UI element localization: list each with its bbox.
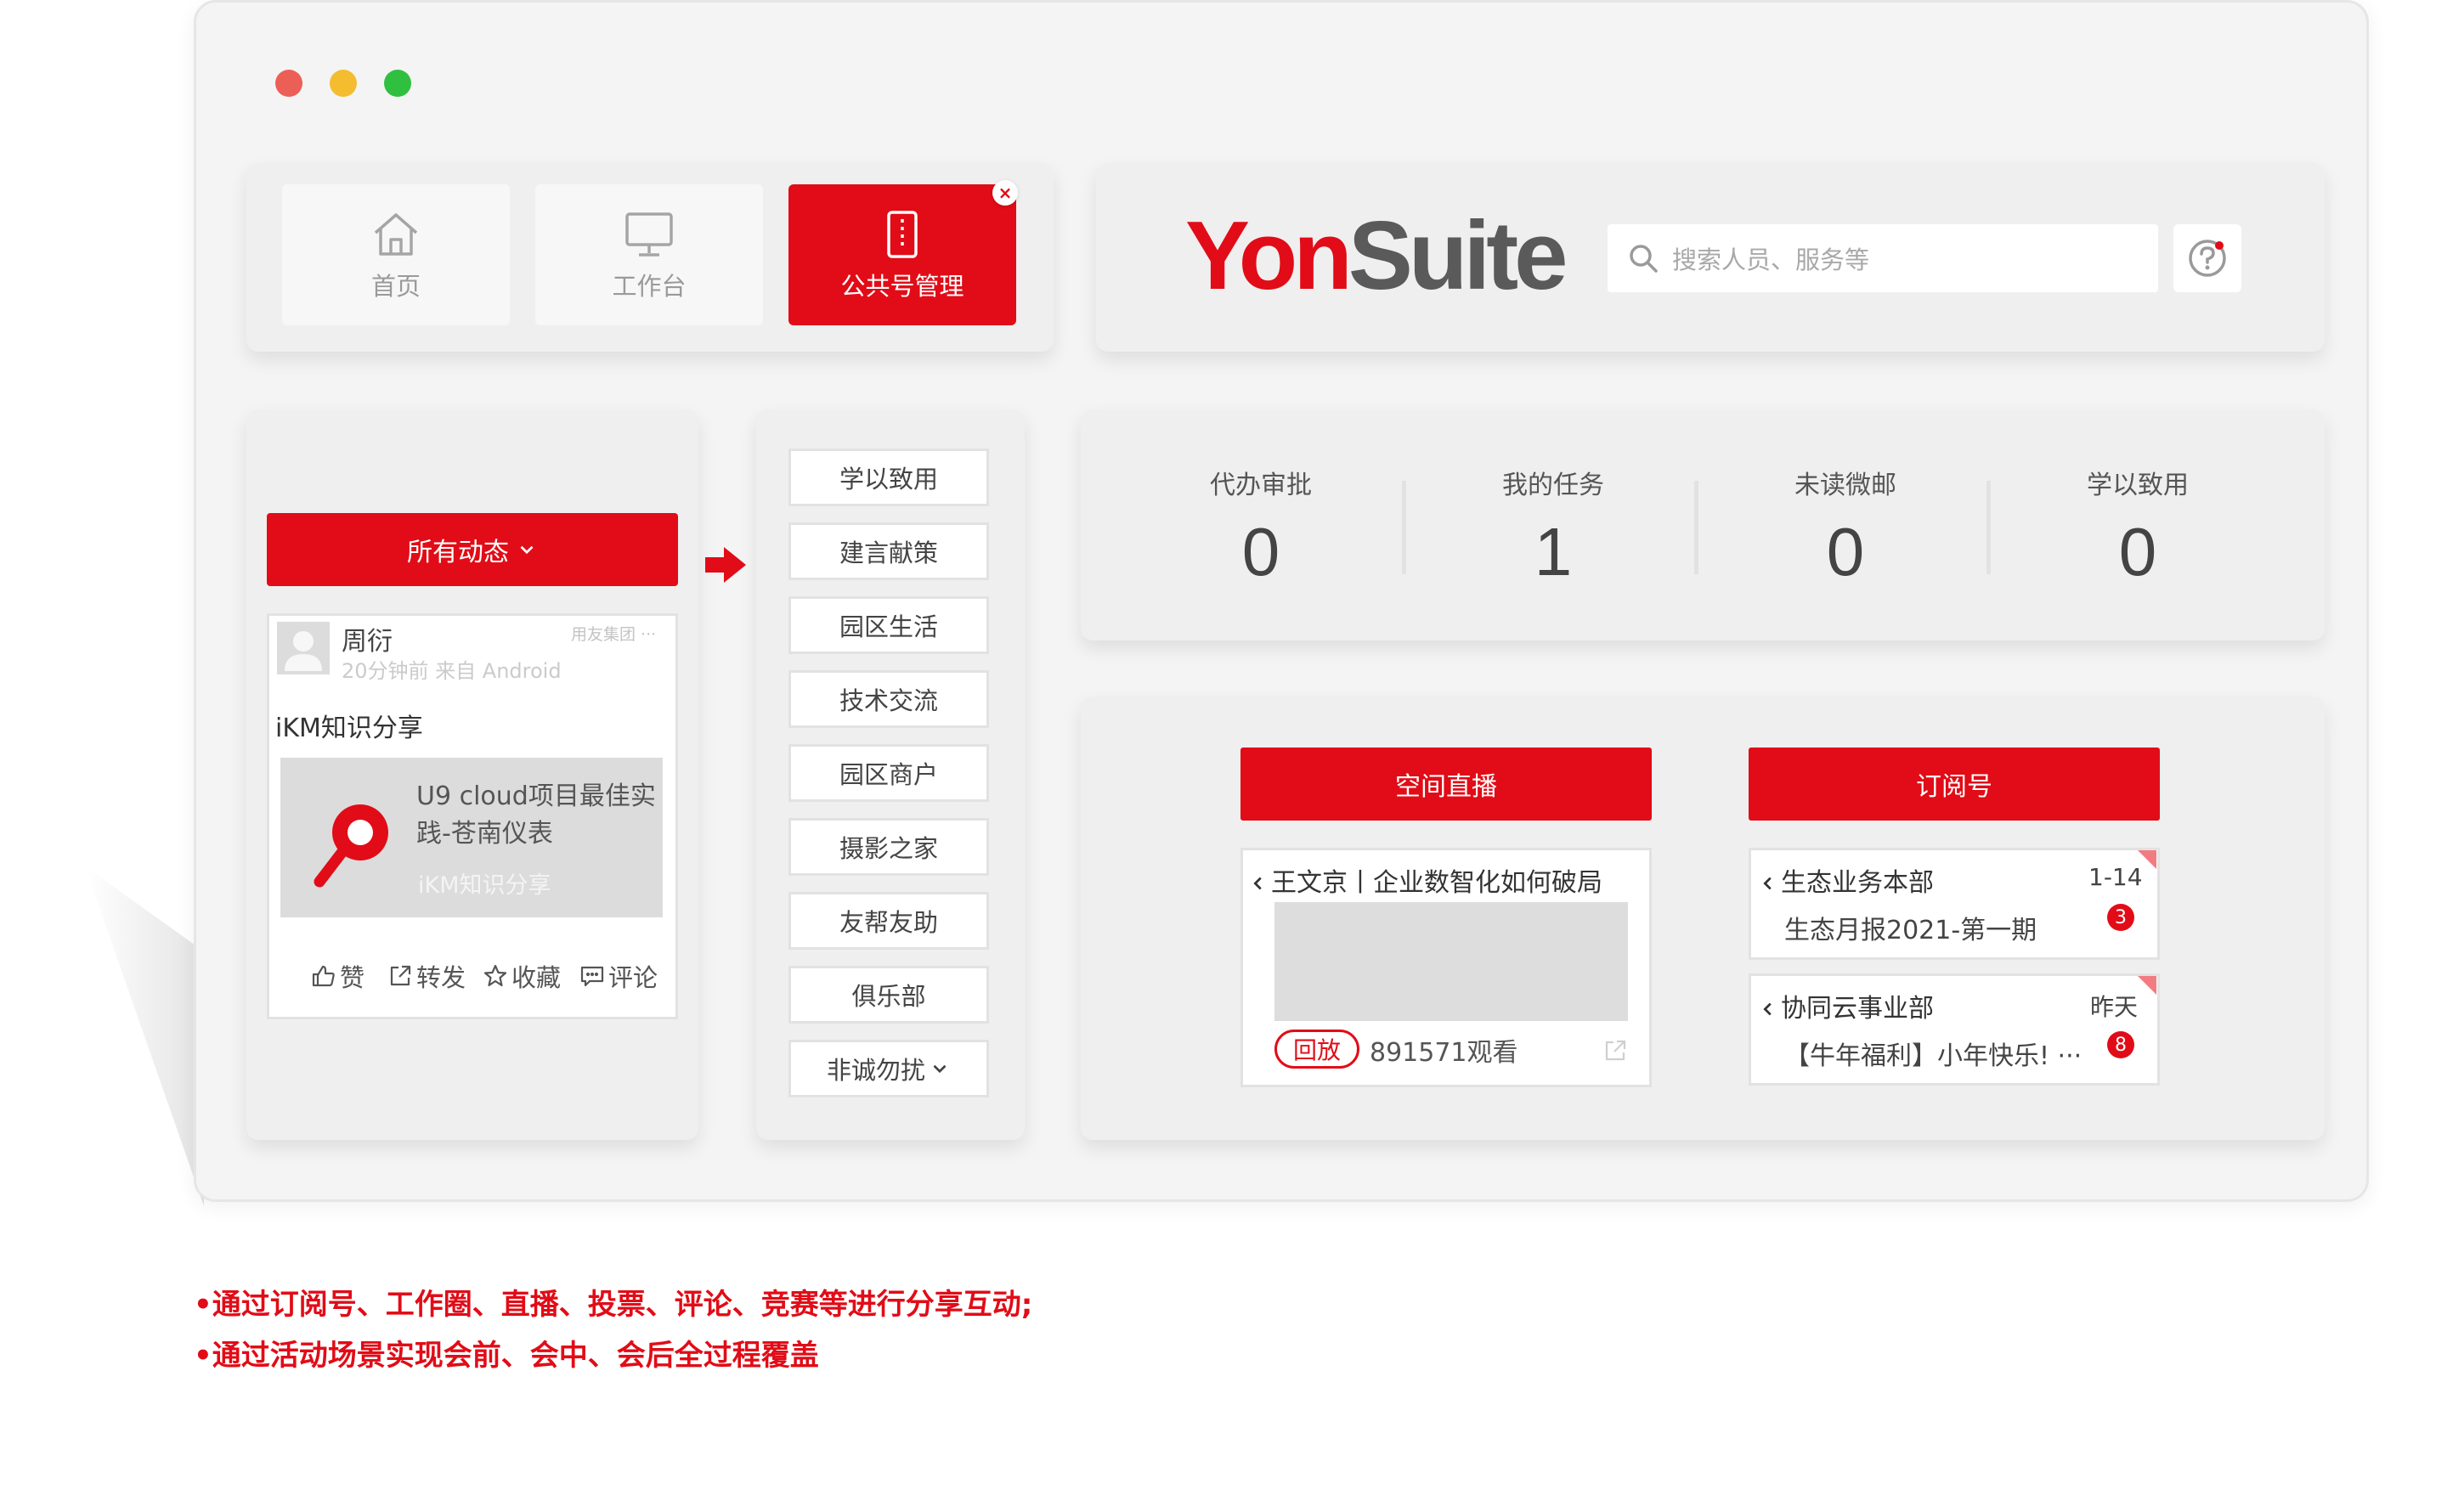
subscription-name-text: 生态业务本部: [1781, 868, 1934, 898]
replay-badge[interactable]: 回放: [1274, 1030, 1359, 1069]
comment-label: 评论: [608, 963, 658, 992]
live-stream-title: 王文京丨企业数智化如何破局: [1249, 861, 1602, 899]
help-icon: [2189, 240, 2226, 277]
home-icon: [374, 213, 418, 256]
category-item[interactable]: 园区生活: [788, 596, 989, 654]
star-icon: [483, 964, 507, 987]
stat-value-pending-approval[interactable]: 0: [1159, 513, 1363, 591]
stat-value-my-tasks[interactable]: 1: [1451, 513, 1655, 591]
post-org: 用友集团 ···: [571, 625, 657, 644]
stat-value-learn-apply[interactable]: 0: [2036, 513, 2240, 591]
subscription-preview: 生态月报2021-第一期: [1784, 916, 2037, 945]
nav-item-home[interactable]: 首页: [282, 184, 510, 325]
post-author[interactable]: 周衍: [342, 620, 393, 657]
corner-flag: [2138, 976, 2156, 995]
like-button[interactable]: 赞: [311, 958, 365, 994]
chevron-down-icon: [933, 1064, 947, 1074]
stat-divider: [1402, 481, 1406, 574]
help-button[interactable]: [2173, 224, 2241, 292]
stat-divider: [1986, 481, 1991, 574]
search-input[interactable]: 搜索人员、服务等: [1608, 224, 2158, 292]
live-stream-title-text: 王文京丨企业数智化如何破局: [1271, 868, 1602, 898]
category-item[interactable]: 学以致用: [788, 449, 989, 506]
thumbs-up-icon: [312, 965, 335, 987]
chevron-down-icon: [520, 545, 534, 555]
unread-badge: 8: [2107, 1031, 2134, 1058]
forward-button[interactable]: 转发: [387, 958, 466, 994]
window-shadow: [85, 866, 204, 1206]
stat-label-pending-approval: 代办审批: [1210, 471, 1312, 500]
category-item[interactable]: 俱乐部: [788, 966, 989, 1024]
category-item[interactable]: 园区商户: [788, 744, 989, 802]
category-dropdown[interactable]: 非诚勿扰: [788, 1040, 989, 1097]
stat-divider: [1694, 481, 1698, 574]
shared-link-source: iKM知识分享: [418, 872, 551, 899]
avatar: [277, 622, 330, 674]
post-text: iKM知识分享: [275, 714, 423, 743]
favorite-button[interactable]: 收藏: [483, 958, 561, 994]
category-dropdown-label: 非诚勿扰: [826, 1056, 925, 1085]
nav-item-label: 公共号管理: [840, 272, 964, 301]
like-label: 赞: [340, 963, 365, 992]
magnifier-logo-icon: [314, 804, 388, 888]
caption-line: •通过订阅号、工作圈、直播、投票、评论、竞赛等进行分享互动;: [194, 1288, 1033, 1322]
subscriptions-header[interactable]: 订阅号: [1749, 748, 2160, 821]
search-icon: [1630, 245, 1658, 273]
category-item[interactable]: 摄影之家: [788, 818, 989, 876]
chevron-left-icon: [1763, 877, 1772, 890]
forward-icon: [390, 965, 411, 986]
forward-label: 转发: [416, 963, 466, 992]
stat-label-learn-apply: 学以致用: [2087, 471, 2189, 500]
category-item[interactable]: 友帮友助: [788, 892, 989, 950]
comment-button[interactable]: 评论: [579, 958, 658, 994]
feed-filter-label: 所有动态: [407, 538, 509, 567]
stat-label-unread-mail: 未读微邮: [1794, 471, 1896, 500]
chevron-left-icon: [1763, 1002, 1772, 1016]
favorite-label: 收藏: [511, 963, 562, 992]
post-meta: 20分钟前 来自 Android: [342, 659, 562, 683]
subscription-name: 生态业务本部: [1759, 861, 1934, 899]
live-stream-header[interactable]: 空间直播: [1240, 748, 1652, 821]
phone-icon: [887, 211, 918, 258]
subscription-date: 昨天: [2090, 993, 2139, 1021]
live-stream-thumbnail[interactable]: [1274, 902, 1628, 1021]
live-view-count: 891571观看: [1370, 1038, 1518, 1068]
subscription-preview: 【牛年福利】小年快乐! ···: [1784, 1041, 2082, 1071]
window-minimize-dot[interactable]: [330, 70, 357, 97]
shared-link-title: U9 cloud项目最佳实践-苍南仪表: [416, 781, 656, 849]
unread-badge: 3: [2107, 904, 2134, 931]
caption-line: •通过活动场景实现会前、会中、会后全过程覆盖: [194, 1339, 819, 1373]
nav-item-label: 工作台: [612, 272, 687, 301]
logo-yon: Yon: [1185, 202, 1353, 310]
category-item[interactable]: 技术交流: [788, 670, 989, 728]
feed-filter-dropdown[interactable]: 所有动态: [267, 513, 678, 586]
window-maximize-dot[interactable]: [384, 70, 411, 97]
subscription-date: 1-14: [2088, 863, 2143, 891]
yonsuite-logo: YonSuite: [1185, 206, 1568, 307]
subscription-name: 协同云事业部: [1759, 987, 1934, 1024]
subscription-name-text: 协同云事业部: [1781, 994, 1934, 1024]
stat-label-my-tasks: 我的任务: [1502, 471, 1604, 500]
category-item[interactable]: 建言献策: [788, 522, 989, 580]
search-placeholder: 搜索人员、服务等: [1672, 245, 1870, 274]
nav-item-workbench[interactable]: 工作台: [535, 184, 763, 325]
logo-suite: Suite: [1348, 202, 1568, 310]
nav-item-public-account[interactable]: 公共号管理: [788, 184, 1016, 325]
stat-value-unread-mail[interactable]: 0: [1743, 513, 1947, 591]
nav-item-label: 首页: [370, 272, 421, 301]
chevron-left-icon: [1253, 877, 1262, 890]
close-tab-button[interactable]: ×: [992, 180, 1018, 206]
arrow-right-icon: [705, 547, 746, 583]
window-close-dot[interactable]: [275, 70, 302, 97]
share-link-icon[interactable]: [1602, 1038, 1628, 1063]
monitor-icon: [625, 212, 673, 257]
comment-icon: [580, 966, 604, 987]
